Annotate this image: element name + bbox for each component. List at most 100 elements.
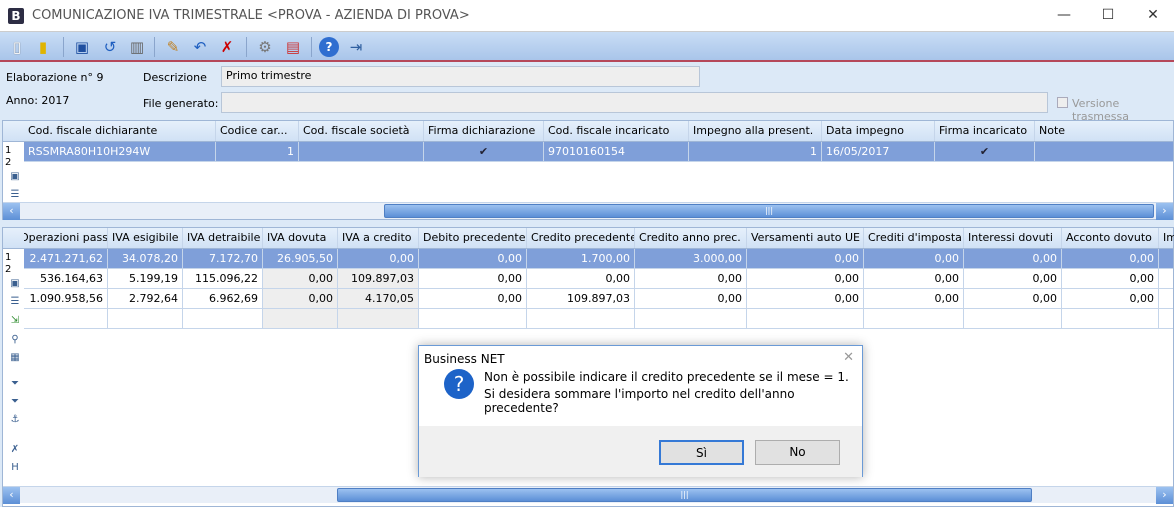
cell[interactable] <box>263 309 338 328</box>
cell[interactable] <box>1159 309 1174 328</box>
column-header[interactable]: Data impegno <box>822 121 935 141</box>
exit-icon[interactable]: ⇥ <box>346 37 366 57</box>
cell[interactable]: 536.164,63 <box>24 269 108 288</box>
cell[interactable]: 0,00 <box>338 249 419 268</box>
column-header[interactable]: Interessi dovuti <box>964 228 1062 248</box>
hide-column-icon[interactable]: H <box>8 462 22 476</box>
cell[interactable] <box>338 309 419 328</box>
cell[interactable]: 0,00 <box>419 269 527 288</box>
maximize-button[interactable]: ☐ <box>1093 4 1123 26</box>
cell[interactable]: 109.897,03 <box>338 269 419 288</box>
cell[interactable] <box>1159 289 1174 308</box>
cell[interactable] <box>635 309 747 328</box>
yes-button[interactable]: Sì <box>659 440 744 465</box>
cell[interactable]: 0,00 <box>747 269 864 288</box>
cell[interactable] <box>24 309 108 328</box>
column-header[interactable]: Acconto dovuto <box>1062 228 1159 248</box>
cell[interactable] <box>1159 269 1174 288</box>
column-header[interactable]: Operazioni pass. <box>24 228 108 248</box>
filter-add-icon[interactable]: ⏷ <box>8 378 22 392</box>
file-generato-input[interactable] <box>221 92 1048 113</box>
table-row[interactable]: RSSMRA80H10H294W 1 ✔ 97010160154 1 16/05… <box>24 142 1173 162</box>
cell[interactable]: 2.792,64 <box>108 289 183 308</box>
column-header[interactable]: Cod. fiscale società <box>299 121 424 141</box>
cell[interactable]: 0,00 <box>635 269 747 288</box>
table-row[interactable]: 536.164,63 5.199,19 115.096,22 0,00 109.897,… <box>24 269 1173 289</box>
cell[interactable] <box>299 142 424 161</box>
column-header[interactable]: Crediti d'imposta <box>864 228 964 248</box>
edit-icon[interactable]: ✎ <box>163 37 183 57</box>
firma-incaricato-checkbox[interactable]: ✔ <box>935 142 1035 161</box>
close-button[interactable]: ✕ <box>1138 4 1168 26</box>
cell[interactable]: RSSMRA80H10H294W <box>24 142 216 161</box>
column-header[interactable]: Codice car... <box>216 121 299 141</box>
cell[interactable]: 0,00 <box>864 249 964 268</box>
column-header[interactable]: Im <box>1159 228 1174 248</box>
cell[interactable]: 16/05/2017 <box>822 142 935 161</box>
cell[interactable]: 2.471.271,62 <box>24 249 108 268</box>
pdf-icon[interactable]: ▤ <box>283 37 303 57</box>
table-row[interactable]: 2.471.271,62 34.078,20 7.172,70 26.905,50 0,… <box>24 249 1173 269</box>
copy-row-icon[interactable]: ▣ <box>8 171 22 185</box>
cell[interactable]: 0,00 <box>1062 269 1159 288</box>
column-header[interactable]: IVA esigibile <box>108 228 183 248</box>
column-header[interactable]: Credito anno prec. <box>635 228 747 248</box>
cell[interactable]: 1.090.958,56 <box>24 289 108 308</box>
cell[interactable]: 6.962,69 <box>183 289 263 308</box>
cell[interactable]: 1.700,00 <box>527 249 635 268</box>
list-icon[interactable]: ☰ <box>8 296 22 310</box>
cell[interactable]: 26.905,50 <box>263 249 338 268</box>
column-header[interactable]: Cod. fiscale incaricato <box>544 121 689 141</box>
cell[interactable] <box>108 309 183 328</box>
cell[interactable] <box>864 309 964 328</box>
cell[interactable]: 1 <box>216 142 299 161</box>
cell[interactable]: 0,00 <box>1062 249 1159 268</box>
open-icon[interactable]: ▮ <box>33 37 53 57</box>
horizontal-scrollbar[interactable]: ‹ ||| › <box>3 202 1173 220</box>
dialog-close-button[interactable]: ✕ <box>843 350 854 365</box>
column-header[interactable]: Credito precedente <box>527 228 635 248</box>
remove-column-icon[interactable]: ✗ <box>8 444 22 458</box>
cell[interactable]: 109.897,03 <box>527 289 635 308</box>
scroll-right-icon[interactable]: › <box>1156 203 1173 220</box>
column-header[interactable]: Note <box>1035 121 1174 141</box>
cell[interactable]: 7.172,70 <box>183 249 263 268</box>
cell[interactable]: 0,00 <box>527 269 635 288</box>
column-header[interactable]: Debito precedente <box>419 228 527 248</box>
edit-cancel-icon[interactable]: ✗ <box>217 37 237 57</box>
search-icon[interactable]: ⚲ <box>8 334 22 348</box>
cell[interactable]: 0,00 <box>1062 289 1159 308</box>
cell[interactable]: 34.078,20 <box>108 249 183 268</box>
cell[interactable]: 5.199,19 <box>108 269 183 288</box>
column-header[interactable]: IVA dovuta <box>263 228 338 248</box>
cell[interactable]: 0,00 <box>263 269 338 288</box>
delete-icon[interactable]: ▥ <box>127 37 147 57</box>
settings-icon[interactable]: ⚙ <box>255 37 275 57</box>
edit-undo-icon[interactable]: ↶ <box>190 37 210 57</box>
no-button[interactable]: No <box>755 440 840 465</box>
cell[interactable]: 3.000,00 <box>635 249 747 268</box>
cell[interactable]: 0,00 <box>263 289 338 308</box>
scroll-right-icon[interactable]: › <box>1156 487 1173 504</box>
copy-row-icon[interactable]: ▣ <box>8 278 22 292</box>
cell[interactable]: 0,00 <box>864 269 964 288</box>
scrollbar-thumb[interactable]: ||| <box>337 488 1032 502</box>
cell[interactable]: 4.170,05 <box>338 289 419 308</box>
cell[interactable] <box>1159 249 1174 268</box>
minimize-button[interactable]: — <box>1049 4 1079 26</box>
filter-icon[interactable]: ⏷ <box>8 396 22 410</box>
cell[interactable] <box>1035 142 1174 161</box>
cell[interactable]: 0,00 <box>419 289 527 308</box>
cell[interactable]: 97010160154 <box>544 142 689 161</box>
cell[interactable]: 1 <box>689 142 822 161</box>
help-icon[interactable]: ? <box>319 37 339 57</box>
cell[interactable] <box>183 309 263 328</box>
column-header[interactable]: Firma incaricato <box>935 121 1035 141</box>
scrollbar-thumb[interactable]: ||| <box>384 204 1154 218</box>
cell[interactable] <box>419 309 527 328</box>
undo-icon[interactable]: ↺ <box>100 37 120 57</box>
cell[interactable]: 0,00 <box>635 289 747 308</box>
list-icon[interactable]: ☰ <box>8 189 22 203</box>
anchor-icon[interactable]: ⚓ <box>8 414 22 428</box>
cell[interactable] <box>747 309 864 328</box>
